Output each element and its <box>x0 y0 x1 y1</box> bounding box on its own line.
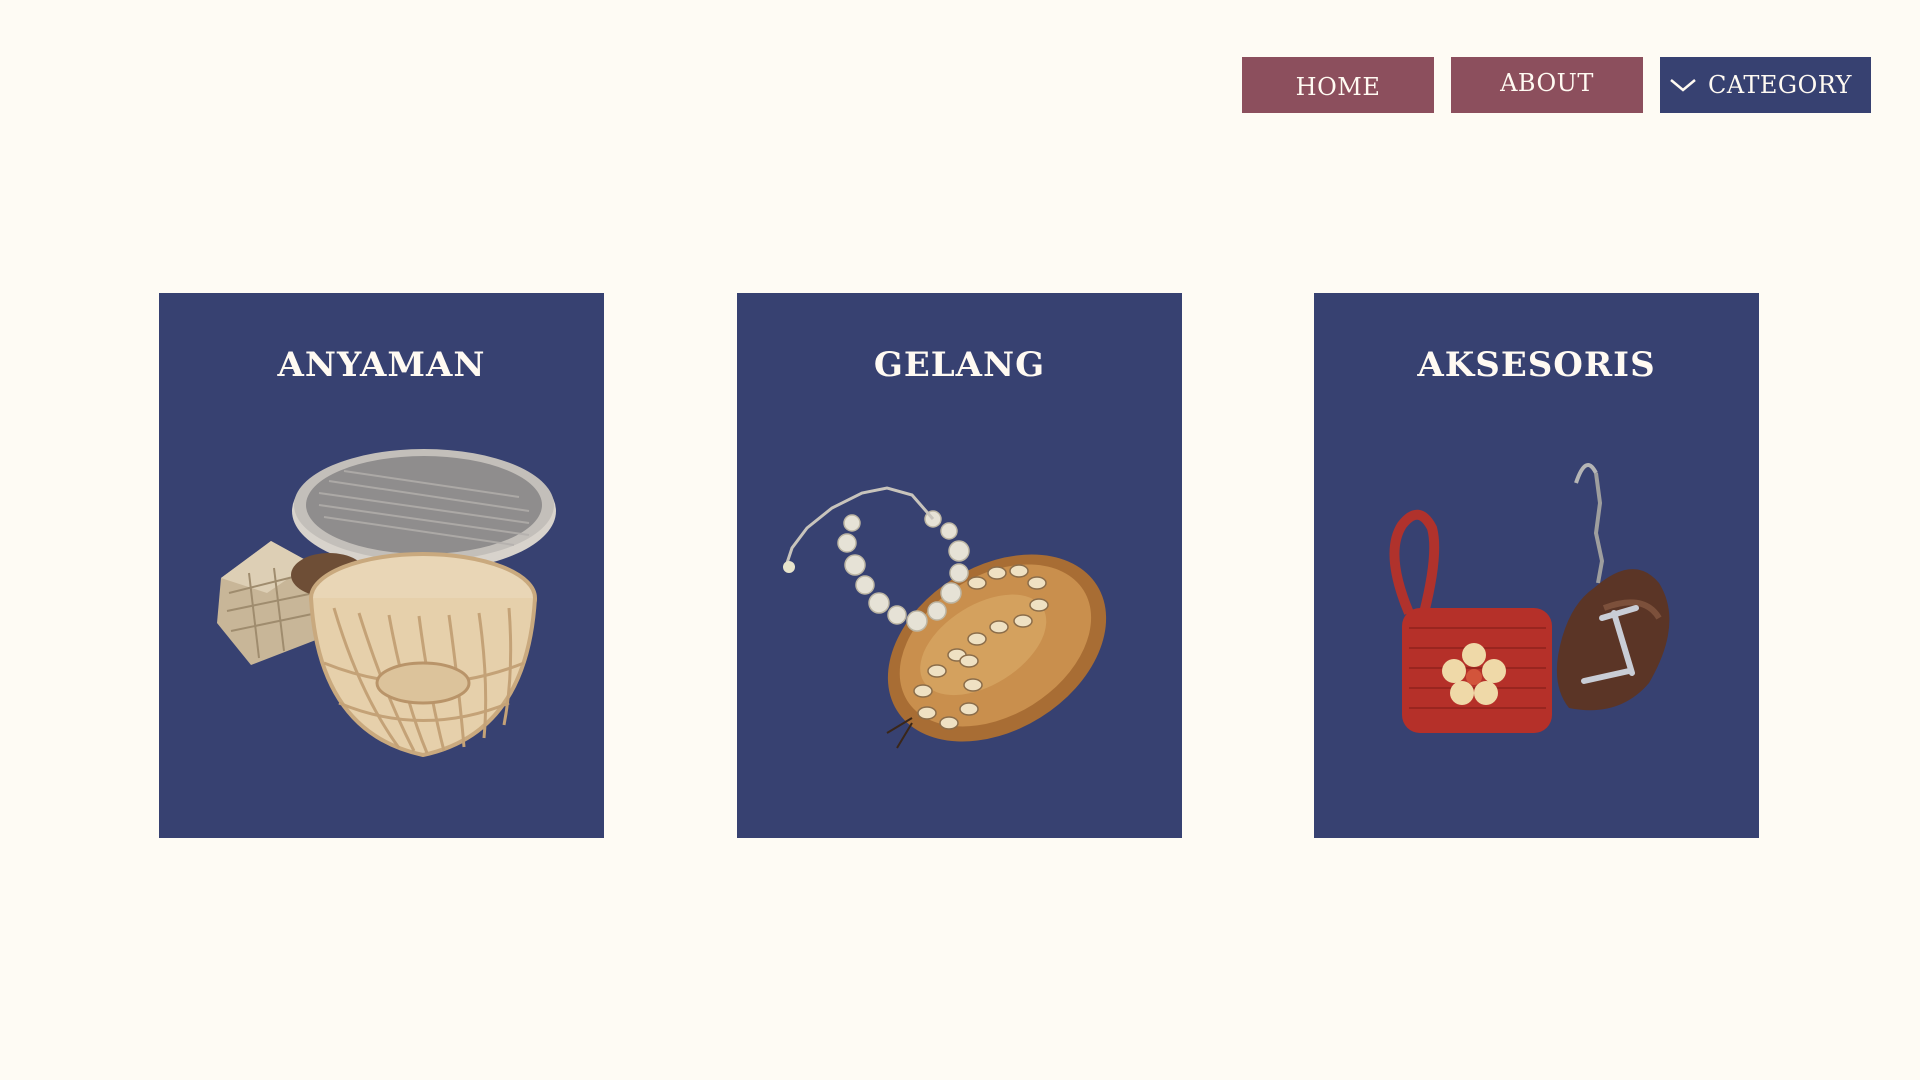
chevron-down-icon <box>1668 75 1698 95</box>
bracelets-image <box>783 486 1107 749</box>
category-card-gelang[interactable]: GELANG <box>737 293 1182 838</box>
card-title: ANYAMAN <box>277 345 486 385</box>
about-button[interactable]: ABOUT <box>1451 57 1643 113</box>
category-button-label: CATEGORY <box>1708 71 1852 99</box>
category-card-anyaman[interactable]: ANYAMAN <box>159 293 604 838</box>
about-button-label: ABOUT <box>1500 69 1594 97</box>
category-dropdown-button[interactable]: CATEGORY <box>1660 57 1871 113</box>
home-button[interactable]: HOME <box>1242 57 1434 113</box>
card-title: GELANG <box>873 345 1046 385</box>
category-card-aksesoris[interactable]: AKSESORIS <box>1314 293 1759 838</box>
page: HOME ABOUT CATEGORY ANYAMAN GELANG AKSES… <box>0 0 1920 1080</box>
accessories-image <box>1389 463 1670 733</box>
home-button-label: HOME <box>1295 73 1381 101</box>
woven-baskets-image <box>217 449 556 758</box>
card-title: AKSESORIS <box>1417 345 1656 385</box>
